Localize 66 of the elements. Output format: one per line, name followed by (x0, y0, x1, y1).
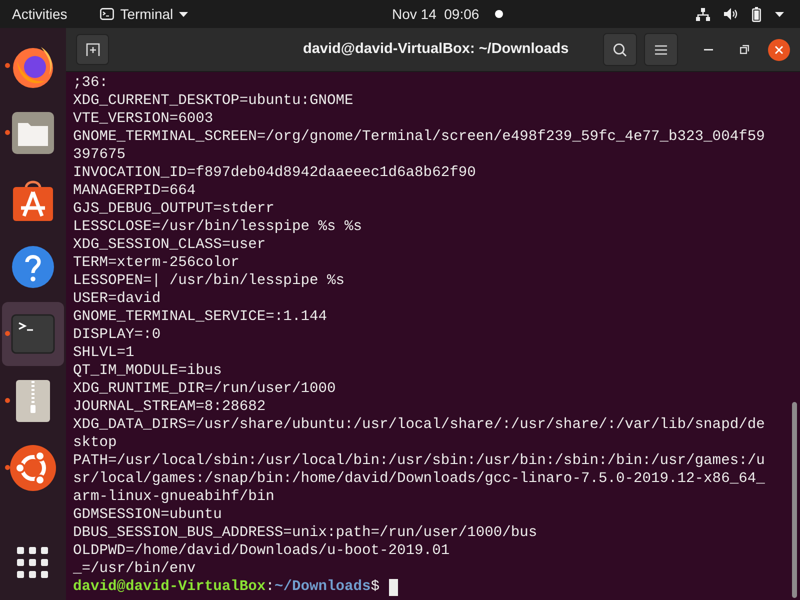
terminal-line: XDG_CURRENT_DESKTOP=ubuntu:GNOME (73, 92, 354, 110)
prompt-symbol: $ (370, 578, 380, 596)
terminal-line: sktop (73, 434, 117, 452)
text-cursor (388, 578, 398, 596)
terminal-line: GNOME_TERMINAL_SERVICE=:1.144 (73, 308, 327, 326)
new-tab-button[interactable] (76, 34, 109, 65)
prompt-user-host: david@david-VirtualBox (73, 578, 266, 596)
terminal-line: GDMSESSION=ubuntu (73, 506, 222, 524)
terminal-line: PATH=/usr/local/sbin:/usr/local/bin:/usr/sbin:/usr/bin:/sbin:/bin:/usr/games:/u (73, 452, 765, 470)
caret-icon[interactable] (775, 12, 784, 16)
menu-button[interactable] (644, 33, 678, 66)
menu-icon (655, 44, 667, 54)
zipper-file-icon (15, 379, 51, 423)
search-button[interactable] (603, 33, 637, 66)
help-icon (11, 245, 55, 289)
folder-icon (11, 111, 55, 155)
terminal-line: GNOME_TERMINAL_SCREEN=/org/gnome/Terminal/screen/e498f239_59fc_4e77_b323_004f59 (73, 128, 765, 146)
terminal-line: 397675 (73, 146, 126, 164)
shopping-bag-icon (11, 178, 55, 222)
new-tab-icon (86, 43, 100, 56)
terminal-line: JOURNAL_STREAM=8:28682 (73, 398, 266, 416)
search-icon (613, 42, 627, 56)
close-icon (775, 46, 783, 54)
terminal-line: TERM=xterm-256color (73, 254, 240, 272)
terminal-line: USER=david (73, 290, 161, 308)
terminal-line: OLDPWD=/home/david/Downloads/u-boot-2019.01 (73, 542, 450, 560)
scrollbar-thumb[interactable] (792, 402, 797, 598)
caret-icon (179, 12, 188, 16)
activities-button[interactable]: Activities (12, 4, 68, 24)
battery-icon[interactable] (752, 6, 761, 22)
terminal-line: XDG_SESSION_CLASS=user (73, 236, 266, 254)
terminal-line: sr/local/games:/snap/bin:/home/david/Downloads/gcc-linaro-7.5.0-2019.12-x86_64_ (73, 470, 765, 488)
terminal-line: QT_IM_MODULE=ibus (73, 362, 222, 380)
prompt-path: ~/Downloads (274, 578, 371, 596)
terminal-line: LESSOPEN=| /usr/bin/lesspipe %s (73, 272, 344, 290)
network-icon[interactable] (696, 8, 710, 20)
terminal-line: ;36: (73, 74, 108, 92)
terminal-line: SHLVL=1 (73, 344, 134, 362)
app-grid-icon[interactable] (17, 547, 49, 579)
circle-of-friends-icon (9, 444, 57, 492)
terminal-line: VTE_VERSION=6003 (73, 110, 214, 128)
close-button[interactable] (768, 38, 790, 60)
terminal-line: DISPLAY=:0 (73, 326, 161, 344)
app-menu[interactable]: Terminal (100, 4, 188, 24)
running-indicator (5, 63, 10, 68)
clock[interactable]: Nov 14 09:06 (392, 4, 480, 24)
running-indicator (5, 331, 10, 336)
window-title: david@david-VirtualBox: ~/Downloads (303, 40, 569, 59)
terminal-line: MANAGERPID=664 (73, 182, 196, 200)
restore-icon (740, 45, 748, 54)
terminal-line: INVOCATION_ID=f897deb04d8942daaeeec1d6a8b62f90 (73, 164, 476, 182)
volume-icon[interactable] (724, 8, 738, 20)
terminal-line: _=/usr/bin/env (73, 560, 196, 578)
terminal-icon (100, 8, 114, 20)
running-indicator (5, 465, 10, 470)
minimize-icon (704, 48, 712, 50)
terminal-line: XDG_DATA_DIRS=/usr/share/ubuntu:/usr/local/share/:/usr/share/:/var/lib/snapd/de (73, 416, 765, 434)
running-indicator (5, 398, 10, 403)
terminal-line: XDG_RUNTIME_DIR=/run/user/1000 (73, 380, 336, 398)
terminal-line: GJS_DEBUG_OUTPUT=stderr (73, 200, 274, 218)
terminal-line: DBUS_SESSION_BUS_ADDRESS=unix:path=/run/user/1000/bus (73, 524, 538, 542)
prompt-separator: : (266, 578, 274, 596)
terminal-line: LESSCLOSE=/usr/bin/lesspipe %s %s (73, 218, 362, 236)
terminal-icon (11, 314, 55, 354)
running-indicator (5, 130, 10, 135)
terminal-line: arm-linux-gnueabihf/bin (73, 488, 274, 506)
